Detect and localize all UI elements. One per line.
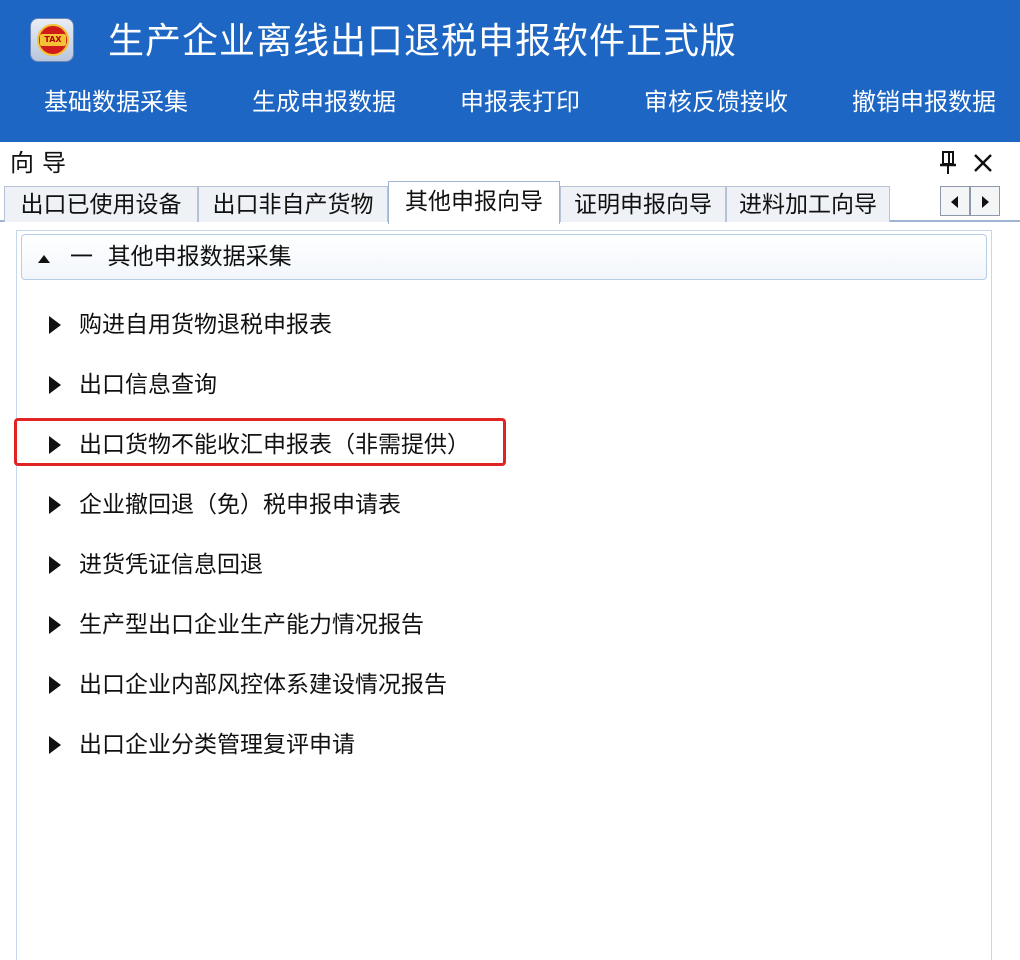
expand-arrow-icon: [49, 496, 61, 514]
list-item-label: 出口企业内部风控体系建设情况报告: [79, 672, 447, 698]
pin-icon[interactable]: [938, 150, 958, 176]
list-item-label: 购进自用货物退税申报表: [79, 312, 332, 338]
tab-scroll-right-button[interactable]: [970, 186, 1000, 216]
menu-basic-data-collection[interactable]: 基础数据采集: [44, 80, 188, 124]
group-header-other-declaration-data[interactable]: 一 其他申报数据采集: [21, 234, 987, 280]
list-item-classification-review-application[interactable]: 出口企业分类管理复评申请: [37, 723, 657, 767]
expand-arrow-icon: [49, 316, 61, 334]
app-title: 生产企业离线出口退税申报软件正式版: [108, 21, 738, 62]
list-item-label: 出口信息查询: [79, 372, 217, 398]
tab-export-used-equipment[interactable]: 出口已使用设备: [4, 186, 198, 222]
main-menu: 基础数据采集 生成申报数据 申报表打印 审核反馈接收 撤销申报数据: [0, 80, 1020, 124]
list-item-label: 生产型出口企业生产能力情况报告: [79, 612, 424, 638]
title-bar: TAX 生产企业离线出口退税申报软件正式版 基础数据采集 生成申报数据 申报表打…: [0, 0, 1020, 142]
list-item-production-capacity-report[interactable]: 生产型出口企业生产能力情况报告: [37, 603, 657, 647]
expand-arrow-icon: [49, 556, 61, 574]
expand-arrow-icon: [49, 436, 61, 454]
tab-scroll-left-button[interactable]: [940, 186, 970, 216]
list-item-internal-risk-control-report[interactable]: 出口企业内部风控体系建设情况报告: [37, 663, 657, 707]
expand-arrow-icon: [49, 736, 61, 754]
list-item-label: 企业撤回退（免）税申报申请表: [79, 492, 401, 518]
list-item-withdraw-refund-application[interactable]: 企业撤回退（免）税申报申请表: [37, 483, 657, 527]
expand-arrow-icon: [49, 676, 61, 694]
tab-processing-trade-wizard[interactable]: 进料加工向导: [726, 186, 890, 222]
tab-other-declaration-wizard[interactable]: 其他申报向导: [388, 181, 560, 224]
list-item-uncollectible-exchange-declaration[interactable]: 出口货物不能收汇申报表（非需提供）: [37, 423, 657, 467]
tab-export-non-self-produced-goods[interactable]: 出口非自产货物: [198, 186, 388, 222]
menu-revoke-declaration-data[interactable]: 撤销申报数据: [852, 80, 996, 124]
tax-logo-icon: TAX: [30, 18, 74, 62]
list-item-label: 出口企业分类管理复评申请: [79, 732, 355, 758]
group-title: 一 其他申报数据采集: [70, 244, 292, 270]
wizard-content: 一 其他申报数据采集 购进自用货物退税申报表 出口信息查询 出口货物不能收汇申报…: [16, 230, 992, 960]
menu-print-declaration-forms[interactable]: 申报表打印: [460, 80, 580, 124]
list-item-label: 出口货物不能收汇申报表（非需提供）: [79, 432, 470, 458]
wizard-tabstrip: 出口已使用设备 出口非自产货物 其他申报向导 证明申报向导 进料加工向导: [0, 181, 1020, 224]
list-item-export-info-query[interactable]: 出口信息查询: [37, 363, 657, 407]
tab-certificate-declaration-wizard[interactable]: 证明申报向导: [560, 186, 726, 222]
expand-arrow-icon: [49, 616, 61, 634]
menu-receive-audit-feedback[interactable]: 审核反馈接收: [644, 80, 788, 124]
list-item-purchase-voucher-rollback[interactable]: 进货凭证信息回退: [37, 543, 657, 587]
list-item-label: 进货凭证信息回退: [79, 552, 263, 578]
close-icon[interactable]: [970, 150, 996, 176]
expand-arrow-icon: [49, 376, 61, 394]
menu-generate-declaration-data[interactable]: 生成申报数据: [252, 80, 396, 124]
collapse-arrow-icon: [38, 255, 50, 263]
panel-title: 向导: [10, 149, 74, 177]
list-item-purchased-self-use-goods-refund[interactable]: 购进自用货物退税申报表: [37, 303, 657, 347]
wizard-panel-header: 向导: [0, 142, 1020, 184]
